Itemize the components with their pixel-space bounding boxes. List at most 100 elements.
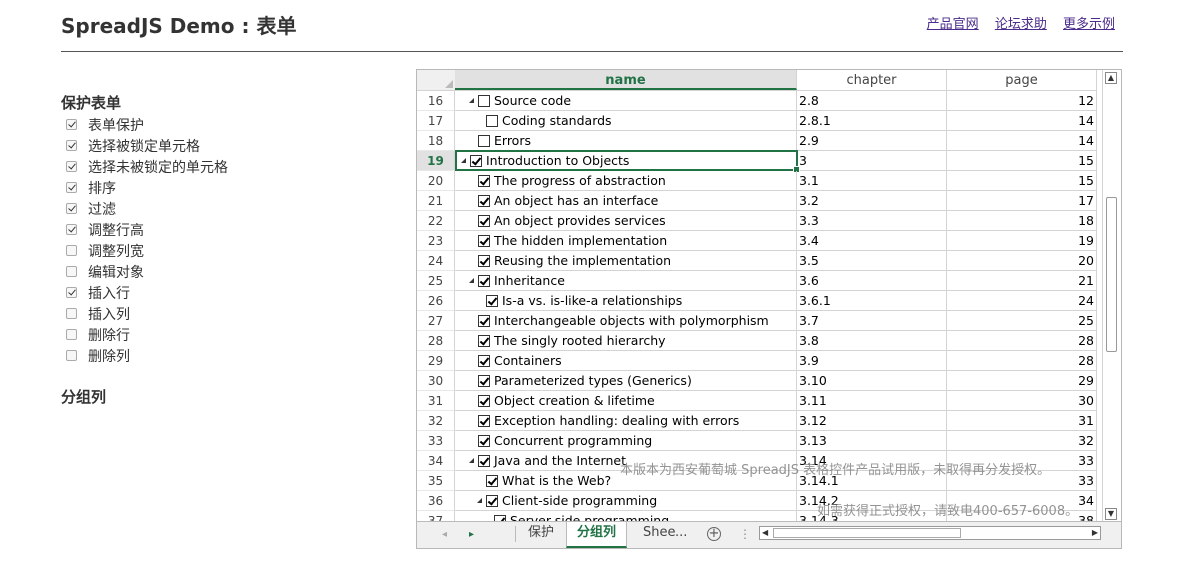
- scroll-left-icon[interactable]: ◀: [762, 527, 768, 539]
- row-checkbox[interactable]: [478, 234, 490, 247]
- chapter-cell[interactable]: 3.1: [797, 171, 947, 191]
- row-checkbox[interactable]: [478, 354, 490, 367]
- chapter-cell[interactable]: 3.9: [797, 351, 947, 371]
- page-cell[interactable]: 18: [947, 211, 1097, 231]
- page-cell[interactable]: 17: [947, 191, 1097, 211]
- row-checkbox[interactable]: [478, 414, 490, 427]
- collapse-toggle-icon[interactable]: [469, 278, 474, 283]
- name-cell[interactable]: The hidden implementation: [455, 231, 797, 251]
- page-cell[interactable]: 21: [947, 271, 1097, 291]
- row-checkbox[interactable]: [486, 114, 498, 127]
- row-header[interactable]: 25: [417, 271, 455, 291]
- chapter-cell[interactable]: 3.3: [797, 211, 947, 231]
- chapter-cell[interactable]: 3.4: [797, 231, 947, 251]
- row-header[interactable]: 29: [417, 351, 455, 371]
- collapse-toggle-icon[interactable]: [469, 98, 474, 103]
- row-checkbox[interactable]: [470, 154, 482, 167]
- product-site-link[interactable]: 产品官网: [927, 17, 979, 32]
- name-cell[interactable]: Client-side programming: [455, 491, 797, 511]
- page-cell[interactable]: 28: [947, 351, 1097, 371]
- row-header[interactable]: 24: [417, 251, 455, 271]
- more-samples-link[interactable]: 更多示例: [1063, 17, 1115, 32]
- protect-option-checkbox[interactable]: [66, 287, 77, 298]
- forum-help-link[interactable]: 论坛求助: [995, 17, 1047, 32]
- chapter-cell[interactable]: 3.8: [797, 331, 947, 351]
- protect-option[interactable]: 选择被锁定单元格: [61, 135, 381, 156]
- chapter-cell[interactable]: 3.6.1: [797, 291, 947, 311]
- row-checkbox[interactable]: [478, 134, 490, 147]
- protect-option-checkbox[interactable]: [66, 140, 77, 151]
- scroll-down-icon[interactable]: ▼: [1105, 508, 1117, 520]
- row-header[interactable]: 28: [417, 331, 455, 351]
- protect-option[interactable]: 排序: [61, 177, 381, 198]
- collapse-toggle-icon[interactable]: [469, 458, 474, 463]
- row-checkbox[interactable]: [478, 94, 490, 107]
- name-cell[interactable]: Coding standards: [455, 111, 797, 131]
- protect-option-checkbox[interactable]: [66, 161, 77, 172]
- splitter-handle-icon[interactable]: ⋮: [739, 527, 751, 541]
- protect-option[interactable]: 调整行高: [61, 219, 381, 240]
- protect-option[interactable]: 删除行: [61, 324, 381, 345]
- row-header[interactable]: 35: [417, 471, 455, 491]
- row-checkbox[interactable]: [478, 374, 490, 387]
- column-header-page[interactable]: page: [947, 70, 1097, 90]
- row-checkbox[interactable]: [478, 214, 490, 227]
- row-checkbox[interactable]: [478, 274, 490, 287]
- protect-option-checkbox[interactable]: [66, 203, 77, 214]
- name-cell[interactable]: Object creation & lifetime: [455, 391, 797, 411]
- vertical-scroll-thumb[interactable]: [1106, 197, 1117, 352]
- row-header[interactable]: 34: [417, 451, 455, 471]
- page-cell[interactable]: 14: [947, 111, 1097, 131]
- chapter-cell[interactable]: 3.11: [797, 391, 947, 411]
- page-cell[interactable]: 12: [947, 91, 1097, 111]
- row-checkbox[interactable]: [478, 454, 490, 467]
- row-header[interactable]: 18: [417, 131, 455, 151]
- row-header[interactable]: 21: [417, 191, 455, 211]
- row-header[interactable]: 33: [417, 431, 455, 451]
- name-cell[interactable]: Exception handling: dealing with errors: [455, 411, 797, 431]
- protect-option[interactable]: 插入列: [61, 303, 381, 324]
- chapter-cell[interactable]: 3.12: [797, 411, 947, 431]
- tab-group-columns[interactable]: 分组列: [566, 522, 628, 548]
- page-cell[interactable]: 20: [947, 251, 1097, 271]
- chapter-cell[interactable]: 3.10: [797, 371, 947, 391]
- protect-option[interactable]: 表单保护: [61, 114, 381, 135]
- name-cell[interactable]: Interchangeable objects with polymorphis…: [455, 311, 797, 331]
- row-checkbox[interactable]: [478, 194, 490, 207]
- row-checkbox[interactable]: [486, 474, 498, 487]
- protect-option[interactable]: 过滤: [61, 198, 381, 219]
- page-cell[interactable]: 15: [947, 171, 1097, 191]
- column-header-name[interactable]: name: [455, 70, 797, 90]
- row-header[interactable]: 30: [417, 371, 455, 391]
- name-cell[interactable]: Parameterized types (Generics): [455, 371, 797, 391]
- chapter-cell[interactable]: 3.7: [797, 311, 947, 331]
- name-cell[interactable]: An object provides services: [455, 211, 797, 231]
- row-header[interactable]: 26: [417, 291, 455, 311]
- page-cell[interactable]: 15: [947, 151, 1097, 171]
- protect-option-checkbox[interactable]: [66, 182, 77, 193]
- row-header[interactable]: 17: [417, 111, 455, 131]
- name-cell[interactable]: Inheritance: [455, 271, 797, 291]
- protect-option-checkbox[interactable]: [66, 119, 77, 130]
- protect-option-checkbox[interactable]: [66, 350, 77, 361]
- name-cell[interactable]: Source code: [455, 91, 797, 111]
- name-cell[interactable]: The progress of abstraction: [455, 171, 797, 191]
- row-header[interactable]: 16: [417, 91, 455, 111]
- tab-more-ellipsis[interactable]: ...: [671, 522, 691, 546]
- protect-option[interactable]: 插入行: [61, 282, 381, 303]
- collapse-toggle-icon[interactable]: [461, 158, 466, 163]
- name-cell[interactable]: The singly rooted hierarchy: [455, 331, 797, 351]
- row-checkbox[interactable]: [478, 434, 490, 447]
- page-cell[interactable]: 24: [947, 291, 1097, 311]
- row-header[interactable]: 31: [417, 391, 455, 411]
- chapter-cell[interactable]: 3.5: [797, 251, 947, 271]
- chapter-cell[interactable]: 3.2: [797, 191, 947, 211]
- horizontal-scrollbar[interactable]: ◀ ▶: [759, 526, 1101, 540]
- scroll-up-icon[interactable]: ▲: [1105, 72, 1117, 84]
- protect-option-checkbox[interactable]: [66, 224, 77, 235]
- name-cell[interactable]: Is-a vs. is-like-a relationships: [455, 291, 797, 311]
- chapter-cell[interactable]: 3.13: [797, 431, 947, 451]
- page-cell[interactable]: 32: [947, 431, 1097, 451]
- protect-option-checkbox[interactable]: [66, 245, 77, 256]
- protect-option-checkbox[interactable]: [66, 266, 77, 277]
